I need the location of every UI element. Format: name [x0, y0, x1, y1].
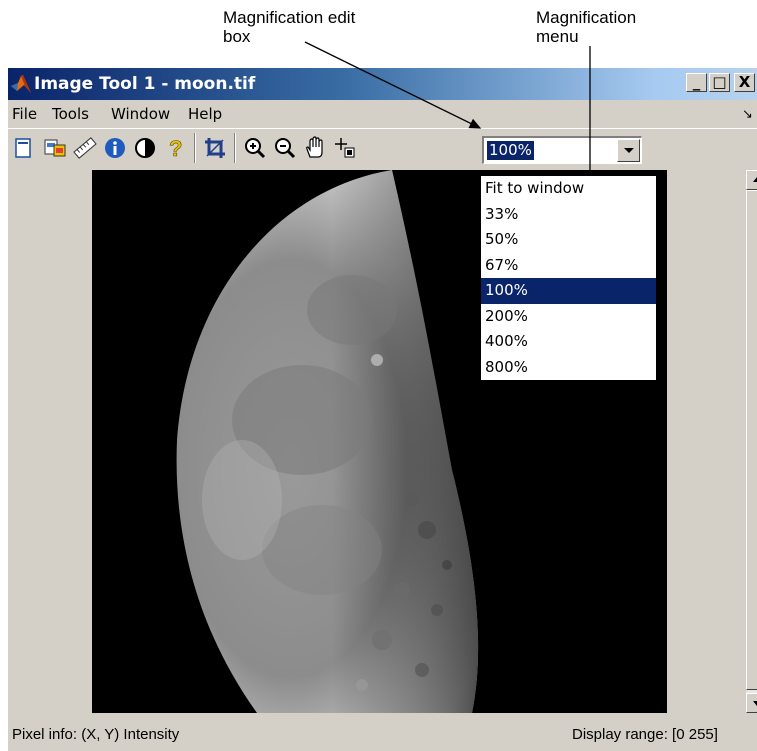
magnification-option[interactable]: 67%: [481, 253, 656, 279]
magnification-menu: Fit to window 33% 50% 67% 100% 200% 400%…: [480, 175, 657, 381]
edit-box-arrow: [304, 41, 482, 129]
magnification-option[interactable]: Fit to window: [481, 176, 656, 202]
magnification-option[interactable]: 800%: [481, 355, 656, 381]
magnification-option-selected[interactable]: 100%: [481, 278, 656, 304]
magnification-option[interactable]: 400%: [481, 329, 656, 355]
magnification-option[interactable]: 33%: [481, 202, 656, 228]
magnification-option[interactable]: 50%: [481, 227, 656, 253]
magnification-option[interactable]: 200%: [481, 304, 656, 330]
